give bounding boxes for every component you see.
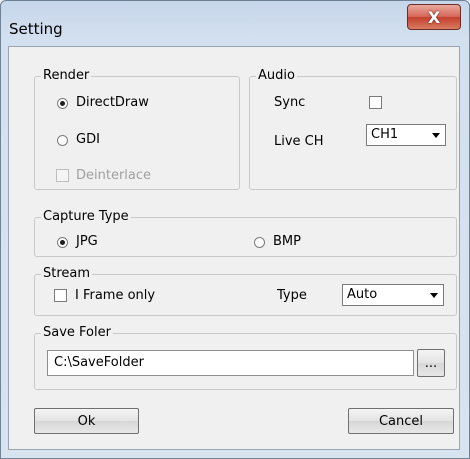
- dialog-client-area: Render DirectDraw GDI Deinterlace Audio …: [8, 46, 460, 450]
- save-folder-group-title: Save Foler: [41, 325, 113, 341]
- live-ch-select[interactable]: CH1: [366, 124, 446, 146]
- live-ch-label: Live CH: [274, 134, 324, 149]
- jpg-label[interactable]: JPG: [76, 234, 98, 250]
- stream-type-value: Auto: [347, 287, 378, 302]
- save-folder-path: C:\SaveFolder: [54, 355, 144, 370]
- sync-label: Sync: [274, 95, 306, 110]
- browse-button[interactable]: ...: [417, 349, 445, 377]
- bmp-radio[interactable]: [254, 237, 265, 248]
- window-title: Setting: [9, 20, 63, 38]
- capture-type-group-title: Capture Type: [41, 209, 131, 225]
- chevron-down-icon[interactable]: [426, 286, 442, 304]
- settings-dialog: Setting X Render DirectDraw GDI Deinterl…: [0, 0, 470, 459]
- render-group-title: Render: [41, 68, 92, 84]
- stream-group-title: Stream: [41, 266, 93, 282]
- gdi-radio[interactable]: [57, 135, 68, 146]
- stream-type-select[interactable]: Auto: [342, 284, 444, 306]
- ok-button[interactable]: Ok: [34, 408, 139, 434]
- chevron-down-icon[interactable]: [428, 126, 444, 144]
- save-folder-path-field[interactable]: C:\SaveFolder: [47, 350, 414, 376]
- directdraw-radio[interactable]: [57, 98, 68, 109]
- live-ch-value: CH1: [371, 127, 399, 142]
- stream-type-label: Type: [277, 288, 307, 303]
- gdi-label[interactable]: GDI: [76, 132, 100, 148]
- sync-checkbox[interactable]: [369, 96, 382, 109]
- iframe-only-checkbox[interactable]: [54, 289, 67, 302]
- audio-group-title: Audio: [256, 68, 297, 84]
- iframe-only-label[interactable]: I Frame only: [75, 288, 155, 304]
- close-button[interactable]: X: [407, 4, 461, 30]
- deinterlace-label[interactable]: Deinterlace: [76, 168, 151, 184]
- cancel-button[interactable]: Cancel: [348, 408, 454, 434]
- deinterlace-checkbox[interactable]: [56, 169, 69, 182]
- jpg-radio[interactable]: [57, 237, 68, 248]
- directdraw-label[interactable]: DirectDraw: [76, 95, 149, 111]
- close-icon: X: [427, 7, 441, 27]
- title-bar[interactable]: Setting X: [1, 1, 469, 45]
- bmp-label[interactable]: BMP: [273, 234, 301, 250]
